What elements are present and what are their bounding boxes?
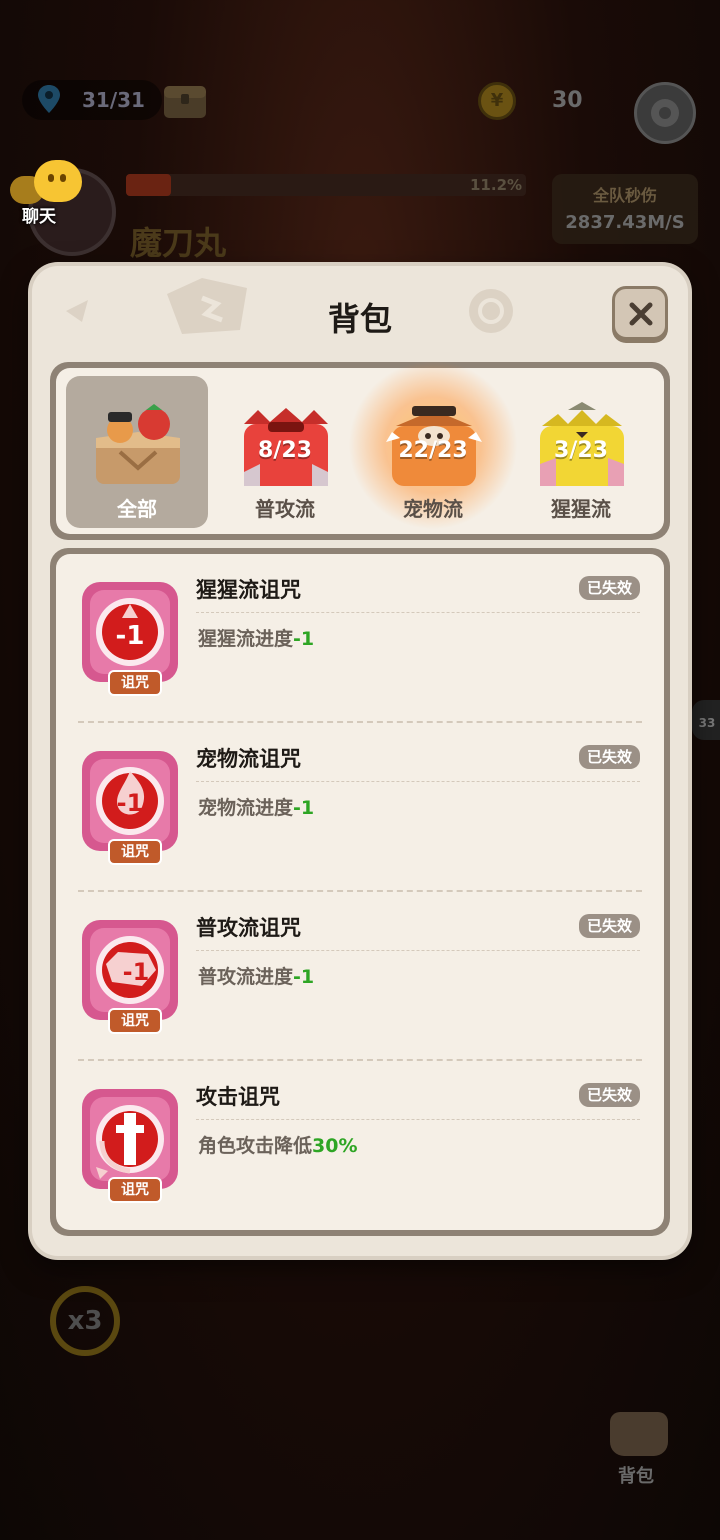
item-desc-value: -1 — [293, 966, 315, 988]
boss-name: 魔刀丸 — [130, 224, 227, 262]
item-status-badge: 已失效 — [578, 576, 640, 600]
modal-title: 背包 — [327, 300, 392, 338]
tab-normal-attack[interactable]: 8/23 普攻流 — [214, 376, 356, 528]
item-status-badge: 已失效 — [578, 914, 640, 938]
bag-icon — [610, 1412, 668, 1456]
item-separator — [196, 781, 640, 782]
item-name: 宠物流诅咒 — [196, 747, 301, 771]
item-list-panel: -1 诅咒 猩猩流诅咒 已失效 猩猩流进度-1 -1 诅咒 宠物流诅咒 已失效 … — [50, 548, 670, 1236]
coin-icon: ¥ — [478, 82, 516, 120]
speed-toggle-button[interactable]: x3 — [50, 1286, 120, 1356]
chat-label[interactable]: 聊天 — [22, 202, 56, 227]
settings-button[interactable] — [634, 82, 696, 144]
bag-button[interactable]: 背包 — [604, 1404, 674, 1487]
item-name: 攻击诅咒 — [196, 1085, 280, 1109]
item-name: 普攻流诅咒 — [196, 916, 301, 940]
close-icon — [629, 302, 653, 326]
gear-icon — [651, 99, 679, 127]
item-description: 宠物流进度-1 — [198, 797, 315, 819]
location-pin-icon — [38, 85, 60, 113]
list-item[interactable]: -1 诅咒 普攻流诅咒 已失效 普攻流进度-1 — [56, 892, 664, 1061]
item-description: 普攻流进度-1 — [198, 966, 315, 988]
chat-icon[interactable] — [34, 160, 82, 202]
item-status-badge: 已失效 — [578, 1083, 640, 1107]
tab-all-label: 全部 — [117, 497, 157, 521]
item-tag: 诅咒 — [108, 1177, 162, 1203]
item-tag: 诅咒 — [108, 670, 162, 696]
tab-pet-count: 22/23 — [398, 438, 468, 463]
bag-modal: 背包 全部 8/23 普攻流 22/23 宠物流 3/23 猩猩流 -1 诅咒 … — [32, 266, 688, 1256]
list-item[interactable]: -1 诅咒 宠物流诅咒 已失效 宠物流进度-1 — [56, 723, 664, 892]
item-desc-value: 30 — [312, 1135, 339, 1157]
svg-text:-1: -1 — [117, 789, 144, 817]
item-separator — [196, 1119, 640, 1120]
tab-ape-count: 3/23 — [554, 438, 608, 463]
tab-pet-label: 宠物流 — [403, 497, 463, 521]
side-counter: 33 — [692, 700, 720, 740]
list-item[interactable]: 诅咒 攻击诅咒 已失效 角色攻击降低30% — [56, 1061, 664, 1230]
item-separator — [196, 950, 640, 951]
tab-ape[interactable]: 3/23 猩猩流 — [510, 376, 652, 528]
tab-ape-label: 猩猩流 — [551, 497, 611, 521]
team-dps-panel: 全队秒伤 2837.43M/S — [552, 174, 698, 244]
item-name: 猩猩流诅咒 — [196, 578, 301, 602]
item-separator — [196, 612, 640, 613]
boss-hp-fill — [126, 174, 171, 196]
item-list[interactable]: -1 诅咒 猩猩流诅咒 已失效 猩猩流进度-1 -1 诅咒 宠物流诅咒 已失效 … — [56, 554, 664, 1230]
all-items-chest-icon — [96, 404, 180, 484]
coin-count: 30 — [552, 88, 583, 113]
item-tag: 诅咒 — [108, 839, 162, 865]
close-button[interactable] — [612, 286, 668, 340]
svg-text:-1: -1 — [116, 621, 145, 651]
tab-pet[interactable]: 22/23 宠物流 — [348, 360, 518, 530]
boss-hp-percent: 11.2% — [470, 176, 523, 194]
item-description: 猩猩流进度-1 — [198, 628, 315, 650]
category-tab-bar: 全部 8/23 普攻流 22/23 宠物流 3/23 猩猩流 — [50, 360, 670, 540]
dps-label: 全队秒伤 — [592, 186, 657, 205]
tab-all[interactable]: 全部 — [66, 376, 208, 528]
bag-button-label: 背包 — [618, 1466, 654, 1487]
item-description: 角色攻击降低30% — [198, 1135, 358, 1157]
item-tag: 诅咒 — [108, 1008, 162, 1034]
boss-hp-bar — [126, 174, 526, 196]
item-desc-value: -1 — [293, 797, 315, 819]
svg-text:-1: -1 — [123, 958, 150, 986]
treasure-chest-icon[interactable] — [160, 80, 210, 120]
item-desc-value: -1 — [293, 628, 315, 650]
stage-count: 31/31 — [82, 88, 145, 112]
item-status-badge: 已失效 — [578, 745, 640, 769]
tab-normal-attack-count: 8/23 — [258, 438, 312, 463]
list-item[interactable]: -1 诅咒 猩猩流诅咒 已失效 猩猩流进度-1 — [56, 554, 664, 723]
dps-value: 2837.43M/S — [565, 212, 685, 233]
tab-normal-attack-label: 普攻流 — [255, 497, 315, 521]
